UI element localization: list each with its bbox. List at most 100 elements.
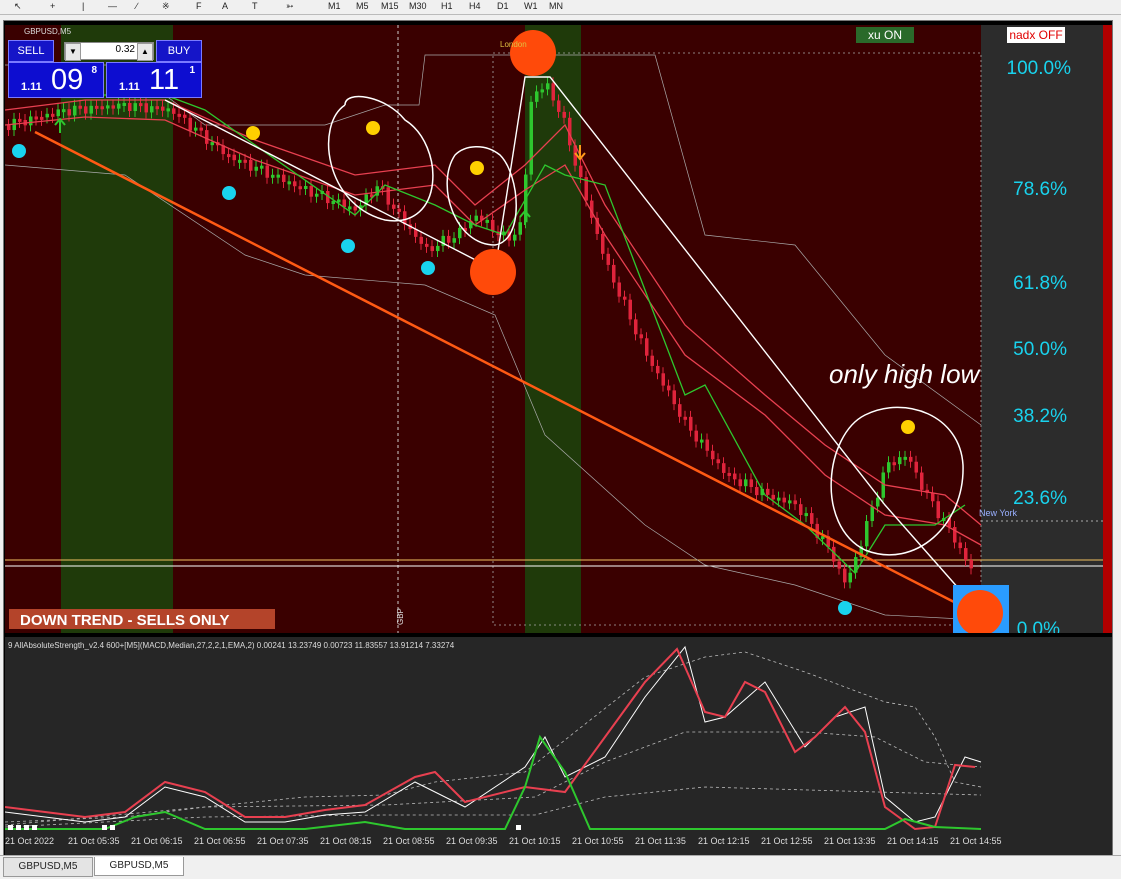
time-axis-label: 21 Oct 11:35 [635, 836, 686, 846]
time-axis-label: 21 Oct 06:15 [131, 836, 183, 846]
tf-H1[interactable]: H1 [441, 1, 453, 11]
candle-body [667, 385, 671, 391]
tf-M15[interactable]: M15 [381, 1, 399, 11]
tf-M1[interactable]: M1 [328, 1, 341, 11]
candle-body [612, 264, 616, 283]
price-chart[interactable]: GBPUSD,M5 London New York GBP only high … [5, 25, 1112, 633]
vertical-marker-label: GBP [396, 608, 405, 625]
candle-body [579, 165, 583, 178]
candle-body [430, 246, 434, 252]
yellow-dot [366, 121, 380, 135]
tab-chart-2[interactable]: GBPUSD,M5 [94, 857, 184, 876]
candle-body [45, 113, 49, 118]
arrow-tools-icon[interactable]: ➳ [286, 1, 294, 12]
tab-chart-1[interactable]: GBPUSD,M5 [3, 857, 93, 877]
time-axis-label: 21 Oct 2022 [5, 836, 55, 846]
candle-body [117, 103, 121, 109]
symbol-title: GBPUSD,M5 [24, 27, 72, 36]
candle-body [887, 462, 891, 473]
candle-body [634, 319, 638, 335]
tf-M5[interactable]: M5 [356, 1, 369, 11]
lot-size-input[interactable]: ▼ 0.32 ▲ [64, 42, 154, 61]
candle-body [304, 186, 308, 190]
candle-body [260, 165, 264, 169]
candle-body [650, 355, 654, 366]
candle-body [678, 404, 682, 417]
channel-icon[interactable]: ※ [162, 1, 170, 12]
candle-body [73, 105, 77, 116]
candle-body [903, 456, 907, 460]
candle-body [254, 166, 258, 171]
candle-body [705, 439, 709, 451]
candle-body [309, 186, 313, 197]
fib-level: 23.6% [1013, 488, 1067, 509]
candle-body [617, 282, 621, 297]
tf-M30[interactable]: M30 [409, 1, 427, 11]
candle-body [920, 472, 924, 490]
candle-body [293, 181, 297, 187]
candle-body [744, 479, 748, 487]
candle-body [628, 299, 632, 320]
cursor-icon[interactable]: ↖ [14, 1, 22, 12]
candle-body [639, 334, 643, 339]
fib-level: 38.2% [1013, 406, 1067, 427]
lot-down-icon[interactable]: ▼ [65, 43, 81, 61]
candle-body [78, 105, 82, 109]
handwritten-note: only high low [829, 359, 982, 389]
candle-body [133, 103, 137, 111]
candle-body [683, 416, 687, 420]
buy-button[interactable]: BUY [156, 40, 202, 62]
cyan-dot [222, 186, 236, 200]
time-axis-label: 21 Oct 06:55 [194, 836, 246, 846]
candle-body [172, 108, 176, 114]
candle-body [447, 235, 451, 243]
time-axis-label: 21 Oct 08:55 [383, 836, 435, 846]
trendline-icon[interactable]: ∕ [136, 1, 138, 11]
chart-tabs: GBPUSD,M5 GBPUSD,M5 [0, 855, 1121, 879]
candle-body [562, 111, 566, 118]
candle-body [205, 130, 209, 144]
candle-body [452, 238, 456, 243]
candle-body [694, 430, 698, 442]
candle-body [67, 109, 71, 116]
candle-body [623, 296, 627, 300]
candle-body [188, 117, 192, 131]
candle-body [661, 373, 665, 386]
indicator-window[interactable]: 9 AllAbsoluteStrength_v2.4 600+[M5](MACD… [5, 637, 1112, 855]
tf-W1[interactable]: W1 [524, 1, 538, 11]
candle-body [788, 500, 792, 504]
candle-body [249, 159, 253, 171]
bid-quote[interactable]: 1.11 09 8 [8, 62, 104, 98]
yellow-dot [470, 161, 484, 175]
sell-button[interactable]: SELL [8, 40, 54, 62]
candle-body [716, 459, 720, 464]
tf-D1[interactable]: D1 [497, 1, 509, 11]
candle-body [491, 219, 495, 232]
candle-body [771, 494, 775, 500]
crosshair-icon[interactable]: + [50, 1, 55, 11]
tf-MN[interactable]: MN [549, 1, 563, 11]
horizontal-line-icon[interactable]: — [108, 1, 117, 11]
nadx-toggle-label: nadx OFF [1009, 28, 1063, 42]
nadx-toggle[interactable]: nadx OFF [1007, 27, 1065, 43]
candle-body [227, 154, 231, 158]
candle-body [529, 101, 533, 175]
text-icon[interactable]: A [222, 1, 228, 11]
candle-body [535, 91, 539, 102]
candle-body [238, 159, 242, 163]
xu-toggle-label: xu ON [867, 28, 902, 42]
fibo-icon[interactable]: F [196, 1, 202, 11]
candle-body [656, 365, 660, 374]
label-icon[interactable]: T [252, 1, 258, 11]
candle-body [34, 116, 38, 120]
vertical-line-icon[interactable]: | [82, 1, 84, 11]
lot-up-icon[interactable]: ▲ [137, 43, 153, 61]
ask-quote[interactable]: 1.11 11 1 [106, 62, 202, 98]
toolbar: ↖ + | — ∕ ※ F A T ➳ M1 M5 M15 M30 H1 H4 … [0, 0, 1121, 15]
tf-H4[interactable]: H4 [469, 1, 481, 11]
ask-prefix: 1.11 [119, 81, 140, 93]
time-axis-label: 21 Oct 05:35 [68, 836, 120, 846]
time-axis-label: 21 Oct 08:15 [320, 836, 372, 846]
xu-toggle[interactable]: xu ON [856, 27, 914, 43]
session-label-newyork: New York [979, 508, 1018, 518]
